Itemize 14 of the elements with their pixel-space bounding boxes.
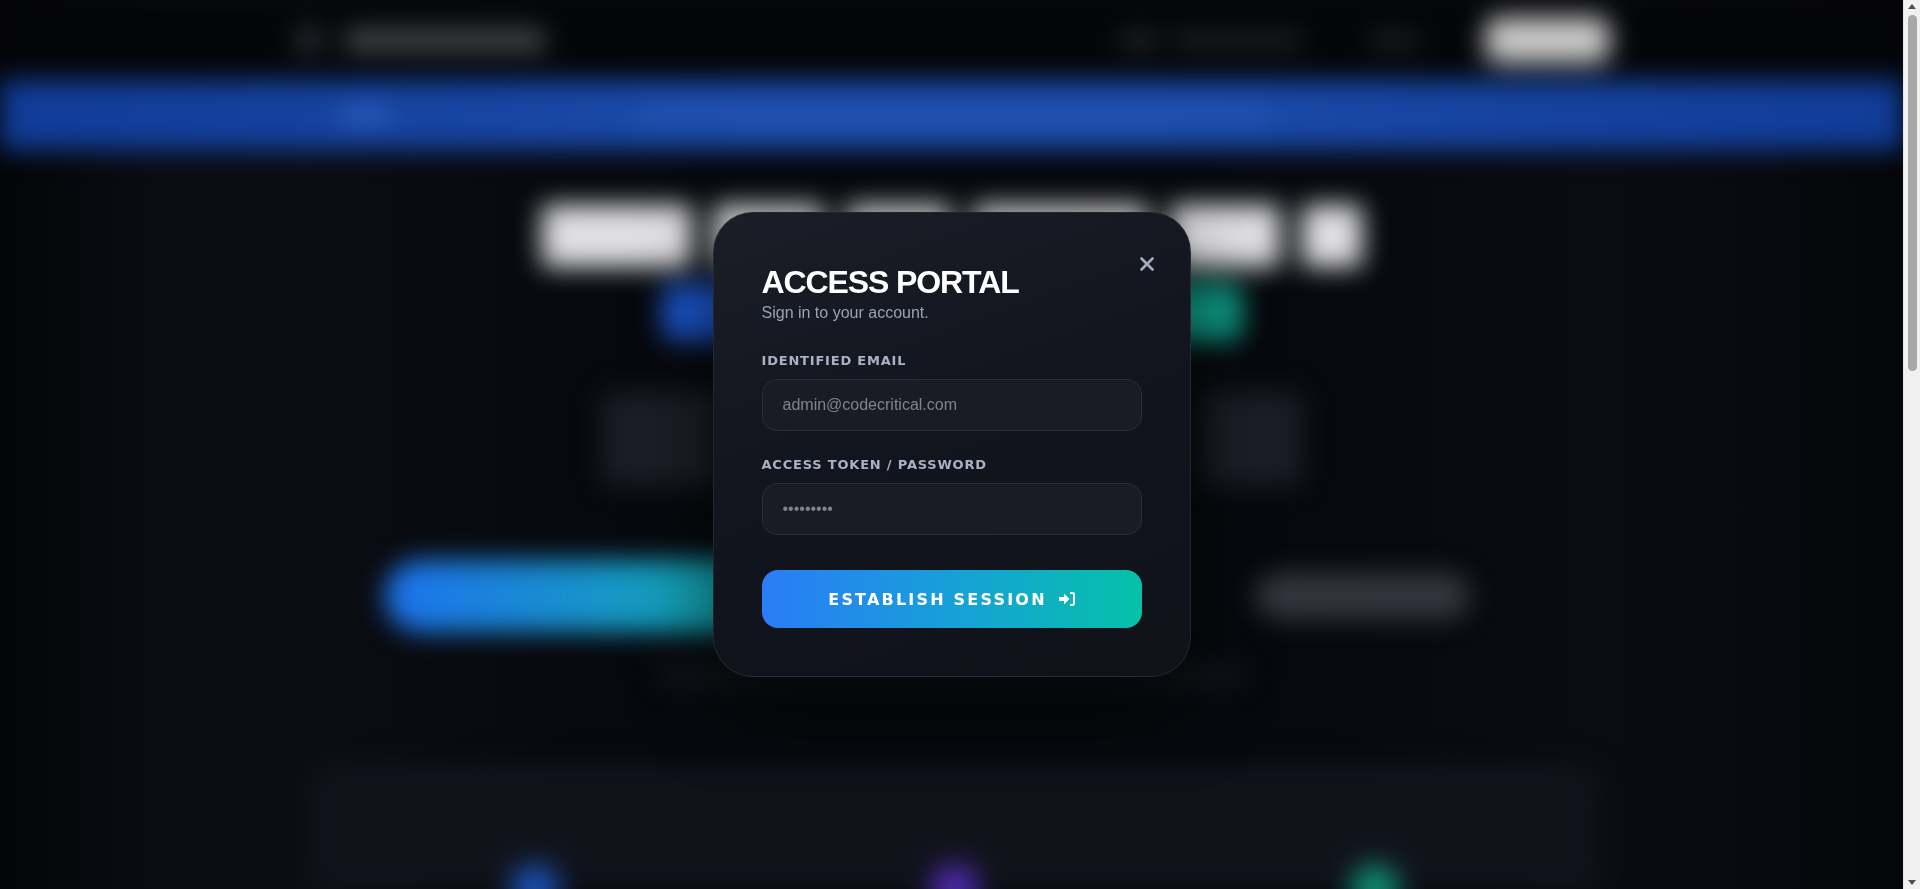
field-label: ACCESS TOKEN / PASSWORD (761, 457, 987, 474)
sign-in-icon (1058, 592, 1075, 607)
scroll-up-icon[interactable] (1908, 4, 1916, 9)
dialog-title: ACCESS PORTAL (761, 265, 1019, 298)
field-label: IDENTIFIED EMAIL (761, 353, 907, 370)
scroll-down-icon[interactable] (1908, 880, 1916, 885)
close-icon (1139, 256, 1154, 271)
close-button[interactable] (1139, 256, 1154, 271)
email-field[interactable]: admin@codecritical.com (761, 379, 1142, 432)
password-field[interactable]: ••••••••• (761, 483, 1142, 536)
scrollbar-track[interactable] (1903, 0, 1920, 889)
scrollbar-thumb[interactable] (1907, 15, 1917, 371)
establish-session-button[interactable]: ESTABLISH SESSION (761, 570, 1142, 629)
dialog-subtitle: Sign in to your account. (761, 302, 929, 323)
